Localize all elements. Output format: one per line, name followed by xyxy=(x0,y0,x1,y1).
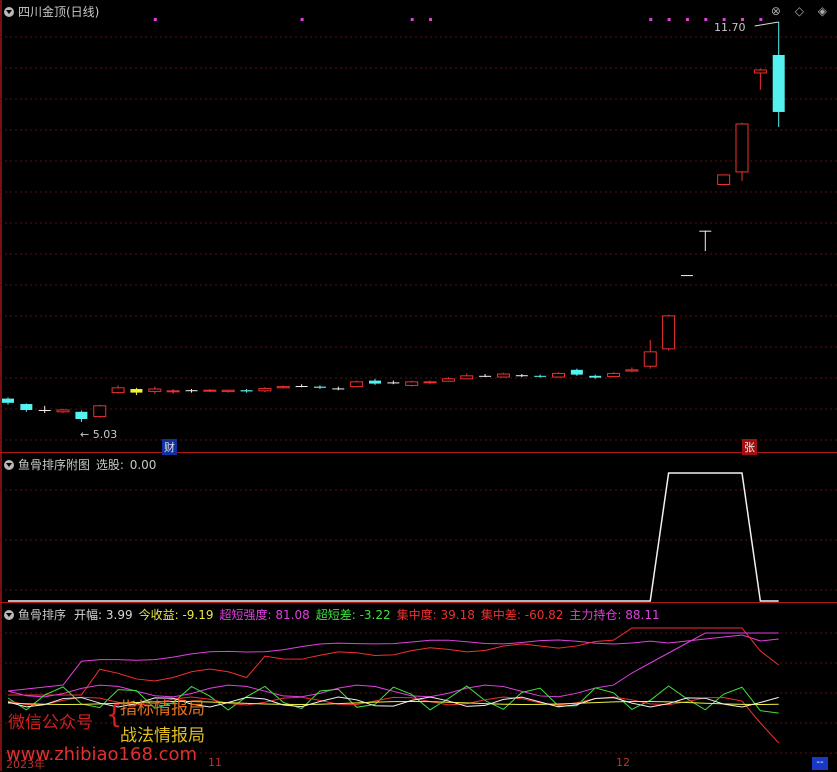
oscillator-line xyxy=(8,627,780,696)
scroll-button[interactable]: -- xyxy=(812,757,828,770)
signal-marker xyxy=(685,18,689,21)
candle xyxy=(753,68,767,90)
candle xyxy=(166,389,180,394)
oscillator-line xyxy=(7,634,779,692)
watermark-line-b: 指标情报局 xyxy=(120,699,205,719)
signal-marker xyxy=(704,18,708,21)
candle xyxy=(534,374,547,378)
signal-marker xyxy=(300,18,304,21)
candle xyxy=(148,386,162,394)
candle xyxy=(552,372,565,378)
candle xyxy=(75,410,88,422)
candle xyxy=(93,404,107,418)
candle xyxy=(240,389,253,393)
kline-panel[interactable]: 四川金顶(日线) ⊗ ◇ ◈ 11.70 ← 5.03 财 张 xyxy=(0,0,837,455)
candle xyxy=(607,372,621,378)
candle xyxy=(496,372,510,378)
selection-chart xyxy=(0,472,837,602)
signal-marker xyxy=(153,18,157,21)
candle xyxy=(20,403,33,412)
kline-chart[interactable] xyxy=(0,0,837,452)
candle xyxy=(717,174,731,186)
candle xyxy=(56,408,70,414)
candle xyxy=(332,386,345,391)
candle xyxy=(479,374,492,378)
candle xyxy=(111,385,125,394)
watermark-url: www.zhibiao168.com xyxy=(6,744,198,765)
watermark-line-c: 战法情报局 xyxy=(120,726,205,746)
signal-marker xyxy=(410,18,414,21)
candle xyxy=(625,367,639,373)
candle xyxy=(313,385,326,390)
candle xyxy=(423,380,437,385)
watermark-wechat: 微信公众号 xyxy=(8,713,93,733)
candle xyxy=(441,377,455,382)
signal-marker xyxy=(759,18,763,21)
selection-line xyxy=(8,472,779,602)
candle xyxy=(405,380,419,387)
axis-month-12: 12 xyxy=(616,756,630,769)
candle xyxy=(2,397,14,405)
signal-marker xyxy=(667,18,671,21)
candle xyxy=(295,384,308,388)
candle xyxy=(460,373,474,380)
high-price-label: 11.70 xyxy=(714,21,746,34)
axis-month-11: 11 xyxy=(208,756,222,769)
candle xyxy=(258,387,272,393)
signal-marker xyxy=(649,18,653,21)
candle xyxy=(570,368,583,376)
high-arrow xyxy=(754,21,779,27)
candle xyxy=(515,374,528,378)
candle xyxy=(203,389,217,393)
candle xyxy=(185,389,198,393)
candle xyxy=(699,230,712,252)
candle xyxy=(350,380,364,388)
candle xyxy=(221,389,235,393)
candle xyxy=(772,22,785,127)
candle xyxy=(130,387,143,396)
candle xyxy=(680,275,693,277)
low-price-label: ← 5.03 xyxy=(80,428,118,441)
selection-panel[interactable]: 鱼骨排序附图 选股: 0.00 xyxy=(0,453,837,603)
signal-marker xyxy=(429,18,433,21)
candle xyxy=(735,122,749,181)
candle xyxy=(662,314,676,351)
candle xyxy=(369,378,381,385)
low-price-value: 5.03 xyxy=(92,428,118,441)
candle xyxy=(387,380,400,385)
candle xyxy=(643,339,657,369)
candle xyxy=(276,385,290,389)
